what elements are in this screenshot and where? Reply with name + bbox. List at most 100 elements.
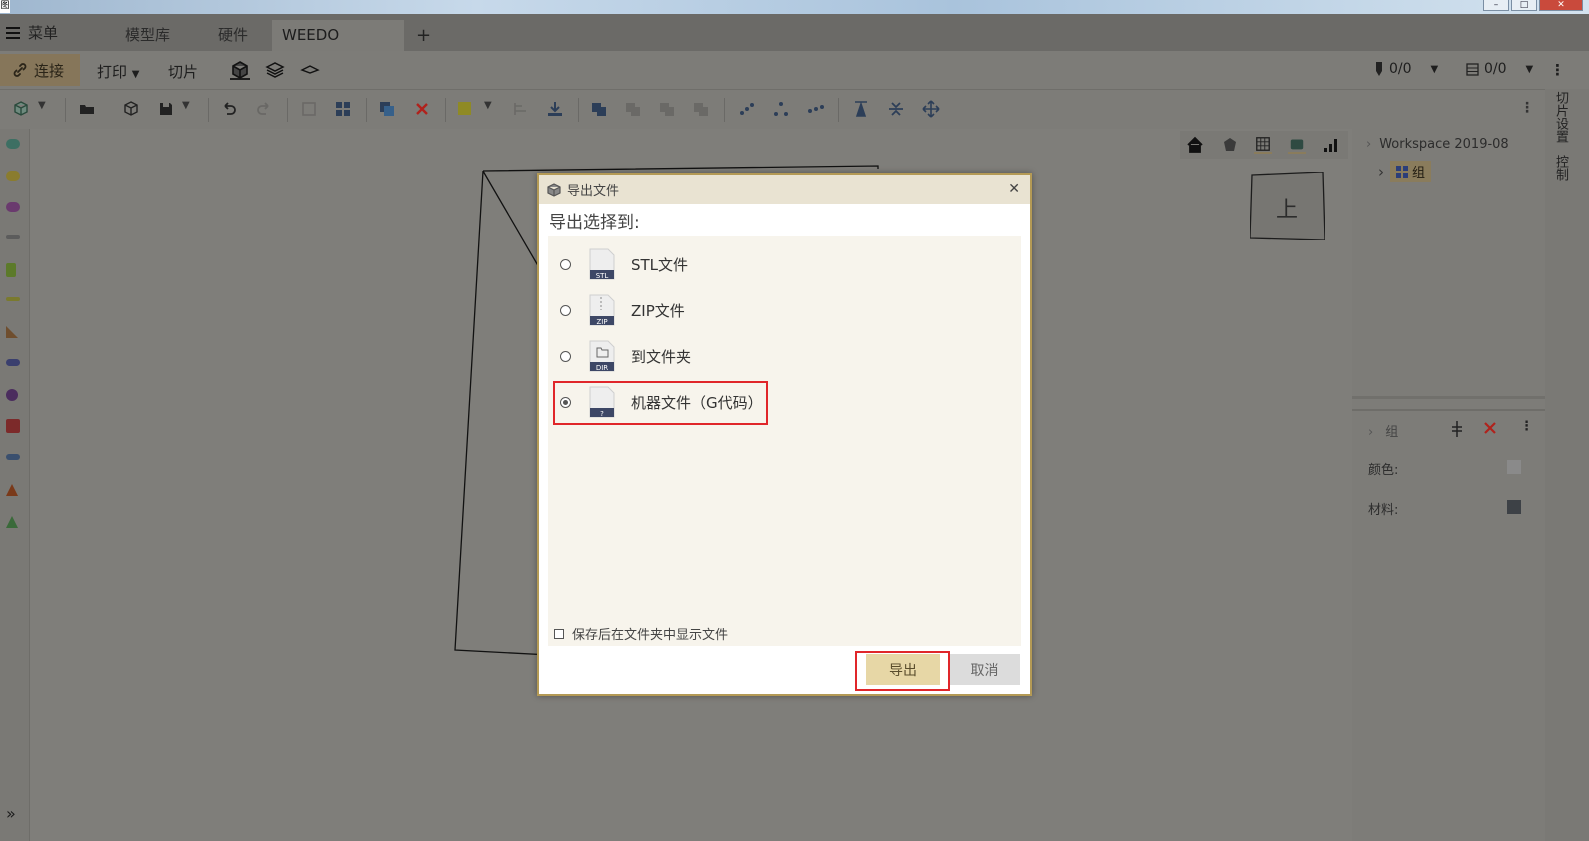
boolean-intersect-icon[interactable] [658, 100, 676, 118]
tab-model-library[interactable]: 模型库 [100, 20, 195, 51]
material-swatch[interactable] [1507, 500, 1521, 514]
bed-count: 0/0 [1484, 61, 1507, 77]
move-icon[interactable] [922, 100, 940, 118]
arrange-icon[interactable] [334, 100, 352, 118]
redo-icon[interactable] [255, 100, 273, 118]
show-in-folder-checkbox[interactable]: 保存后在文件夹中显示文件 [554, 624, 728, 643]
maximize-button[interactable]: □ [1511, 0, 1537, 11]
tab-slice-settings[interactable]: 切片设置 [1551, 91, 1570, 143]
shape-icon[interactable] [6, 139, 20, 149]
more-options-icon[interactable]: ⋮ [1520, 419, 1533, 434]
export-option-label: ZIP文件 [631, 301, 685, 320]
slice-button[interactable]: 切片 [168, 61, 198, 82]
mesh-repair-icon[interactable] [738, 100, 756, 118]
tab-printer[interactable]: WEEDO TINA2✕ [272, 20, 404, 75]
workspace-node[interactable]: › Workspace 2019-08 [1366, 137, 1536, 152]
svg-text:STL: STL [596, 272, 609, 280]
primitive-toolbar [0, 129, 30, 841]
print-menu[interactable]: 打印 ▼ [97, 61, 140, 82]
caret-down-icon[interactable]: ▼ [484, 100, 502, 118]
bed-counter[interactable]: 0/0 ▼ [1466, 61, 1533, 77]
shape-icon[interactable] [6, 235, 20, 239]
save-icon[interactable] [157, 100, 175, 118]
close-icon[interactable]: ✕ [1008, 181, 1020, 197]
tab-hardware[interactable]: 硬件 [198, 20, 268, 51]
drop-to-bed-icon[interactable] [546, 100, 564, 118]
grid-view-icon[interactable] [1254, 136, 1272, 154]
align-icon[interactable] [512, 100, 530, 118]
object-tree: › Workspace 2019-08 › 组 [1352, 129, 1545, 399]
shading-icon[interactable] [1221, 136, 1239, 154]
caret-down-icon[interactable]: ▼ [38, 100, 56, 118]
boolean-union-icon[interactable] [590, 100, 608, 118]
wedge-icon[interactable] [6, 326, 18, 338]
object-view-icon[interactable] [230, 60, 250, 80]
radio-zip[interactable] [560, 304, 571, 316]
boolean-subtract-icon[interactable] [624, 100, 642, 118]
more-options-icon[interactable]: ⋮ [1520, 100, 1538, 118]
more-options-icon[interactable]: ⋮ [1550, 61, 1565, 79]
remove-icon[interactable] [1483, 421, 1497, 435]
shape-icon[interactable] [6, 297, 20, 301]
link-icon [13, 63, 27, 77]
extruder-counter[interactable]: 0/0 ▼ [1374, 61, 1438, 77]
stats-icon[interactable] [1322, 136, 1340, 154]
export-dialog: 导出文件 ✕ 导出选择到: STL STL文件 ZIP ZIP文件 DIR 到文… [537, 173, 1032, 696]
main-menu-button[interactable]: 菜单 [6, 22, 58, 43]
color-swatch[interactable] [1507, 460, 1521, 474]
caret-down-icon[interactable]: ▼ [182, 100, 200, 118]
close-window-button[interactable]: ✕ [1539, 0, 1583, 11]
sphere-icon[interactable] [6, 389, 18, 401]
scale-icon[interactable] [852, 100, 870, 118]
shape-icon[interactable] [6, 454, 20, 460]
nozzle-icon [1376, 62, 1382, 76]
export-option-zip[interactable]: ZIP ZIP文件 [560, 290, 685, 330]
mesh-smooth-icon[interactable] [807, 100, 825, 118]
torus-icon[interactable] [6, 359, 20, 366]
cancel-button[interactable]: 取消 [949, 654, 1020, 685]
shape-icon[interactable] [6, 171, 20, 181]
duplicate-icon[interactable] [378, 100, 396, 118]
split-object-icon[interactable] [1451, 421, 1463, 437]
cube-shape-icon[interactable] [6, 419, 20, 433]
expand-panel-icon[interactable]: » [6, 804, 16, 823]
dialog-subtitle: 导出选择到: [549, 213, 640, 233]
radio-stl[interactable] [560, 258, 571, 270]
shape-icon[interactable] [6, 202, 20, 212]
dialog-header: 导出文件 ✕ [539, 175, 1030, 204]
build-plate-icon[interactable] [1288, 136, 1306, 154]
stl-file-icon: STL [589, 248, 615, 280]
checkbox[interactable] [554, 628, 564, 639]
tab-control[interactable]: 控制 [1551, 155, 1570, 181]
layers-icon[interactable] [265, 60, 285, 80]
undo-icon[interactable] [220, 100, 238, 118]
load-model-icon[interactable] [122, 100, 140, 118]
window-titlebar: 图 – □ ✕ [0, 0, 1589, 14]
connect-button[interactable]: 连接 [0, 54, 80, 86]
group-node[interactable]: › 组 [1378, 161, 1432, 182]
caret-down-icon: ▼ [131, 69, 140, 80]
cylinder-icon[interactable] [6, 263, 16, 277]
mesh-simplify-icon[interactable] [772, 100, 790, 118]
mirror-icon[interactable] [887, 100, 905, 118]
delete-icon[interactable] [413, 100, 431, 118]
export-option-stl[interactable]: STL STL文件 [560, 244, 688, 284]
split-icon[interactable] [692, 100, 710, 118]
radio-folder[interactable] [560, 350, 571, 362]
home-view-icon[interactable] [1186, 136, 1204, 154]
preview-icon[interactable] [300, 60, 320, 80]
export-option-folder[interactable]: DIR 到文件夹 [560, 336, 691, 376]
add-object-icon[interactable] [12, 100, 30, 118]
dialog-title: 导出文件 [567, 184, 620, 199]
add-tab-button[interactable]: + [416, 20, 431, 51]
cone-icon[interactable] [6, 516, 18, 528]
properties-header[interactable]: › 组 [1368, 421, 1398, 440]
open-folder-icon[interactable] [78, 100, 96, 118]
main-menu-label: 菜单 [28, 24, 59, 42]
select-all-icon[interactable] [300, 100, 318, 118]
minimize-button[interactable]: – [1483, 0, 1509, 11]
color-icon[interactable] [456, 100, 474, 118]
group-tag[interactable]: 组 [1390, 161, 1432, 182]
pyramid-icon[interactable] [6, 484, 18, 496]
zip-file-icon: ZIP [589, 294, 615, 326]
